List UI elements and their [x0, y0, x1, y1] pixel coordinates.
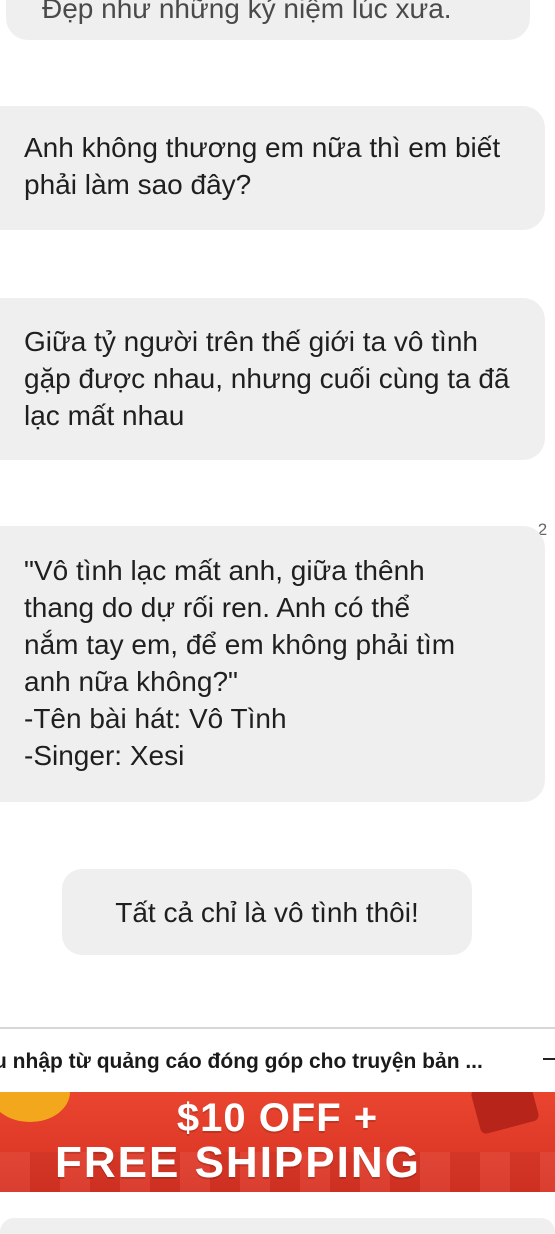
ad-banner[interactable]: $10 OFF + FREE SHIPPING [0, 1092, 555, 1192]
message-line: -Tên bài hát: Vô Tình [24, 703, 287, 734]
message-line: anh nữa không?" [24, 666, 238, 697]
banner-subheadline: FREE SHIPPING [55, 1138, 421, 1187]
divider [0, 1027, 555, 1029]
message-line: thang do dự rối ren. Anh có thể [24, 592, 411, 623]
message-bubble[interactable]: Anh không thương em nữa thì em biết phải… [0, 106, 545, 230]
banner-headline: $10 OFF + [176, 1096, 379, 1140]
message-line: nắm tay em, để em không phải tìm [24, 629, 456, 660]
message-bubble-centered[interactable]: Tất cả chỉ là vô tình thôi! [62, 869, 472, 955]
next-bubble-partial [0, 1218, 555, 1234]
message-text: Đẹp như những kỷ niệm lúc xưa. [42, 0, 452, 24]
message-line: -Singer: Xesi [24, 740, 185, 771]
message-bubble-partial: Đẹp như những kỷ niệm lúc xưa. [6, 0, 530, 40]
message-text: Anh không thương em nữa thì em biết phải… [24, 132, 501, 200]
message-bubble[interactable]: Giữa tỷ người trên thế giới ta vô tình g… [0, 298, 545, 460]
message-line: "Vô tình lạc mất anh, giữa thênh [24, 555, 425, 586]
message-bubble[interactable]: "Vô tình lạc mất anh, giữa thênh thang d… [0, 526, 545, 802]
ad-menu-icon[interactable] [543, 1058, 555, 1072]
message-text: Giữa tỷ người trên thế giới ta vô tình g… [24, 326, 510, 431]
ad-label: u nhập từ quảng cáo đóng góp cho truyện … [0, 1050, 483, 1073]
message-text: Tất cả chỉ là vô tình thôi! [115, 896, 419, 928]
